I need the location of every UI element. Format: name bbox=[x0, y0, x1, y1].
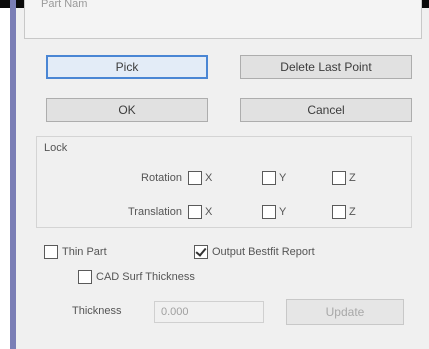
update-button[interactable]: Update bbox=[286, 299, 404, 325]
translation-z-checkbox[interactable] bbox=[332, 205, 346, 219]
translation-x-checkbox[interactable] bbox=[188, 205, 202, 219]
ok-button[interactable]: OK bbox=[46, 98, 208, 122]
cad-surf-thickness-checkbox[interactable] bbox=[78, 270, 92, 284]
rotation-x-label: X bbox=[205, 172, 213, 184]
cancel-button[interactable]: Cancel bbox=[240, 98, 412, 122]
thin-part-checkbox[interactable] bbox=[44, 245, 58, 259]
part-name-field-text: Part Nam bbox=[41, 0, 88, 10]
translation-y-checkbox[interactable] bbox=[262, 205, 276, 219]
left-gutter bbox=[0, 8, 10, 349]
output-bestfit-report-checkbox[interactable] bbox=[194, 245, 208, 259]
delete-last-point-button[interactable]: Delete Last Point bbox=[240, 55, 412, 79]
output-bestfit-report-label: Output Bestfit Report bbox=[212, 246, 315, 258]
translation-y-label: Y bbox=[279, 206, 287, 218]
translation-x-label: X bbox=[205, 206, 213, 218]
rotation-label: Rotation bbox=[141, 172, 182, 184]
translation-label: Translation bbox=[127, 206, 182, 218]
pick-button[interactable]: Pick bbox=[46, 55, 208, 79]
translation-z-label: Z bbox=[349, 206, 356, 218]
rotation-y-label: Y bbox=[279, 172, 287, 184]
thickness-input[interactable]: 0.000 bbox=[154, 301, 264, 323]
thickness-label: Thickness bbox=[72, 305, 122, 317]
cad-surf-thickness-label: CAD Surf Thickness bbox=[96, 271, 195, 283]
part-name-field[interactable]: Part Nam bbox=[24, 0, 422, 39]
rotation-z-label: Z bbox=[349, 172, 356, 184]
rotation-y-checkbox[interactable] bbox=[262, 171, 276, 185]
rotation-z-checkbox[interactable] bbox=[332, 171, 346, 185]
thin-part-label: Thin Part bbox=[62, 246, 107, 258]
screenshot-frame: Part Nam Pick Delete Last Point OK Cance… bbox=[0, 0, 429, 349]
lock-group-title: Lock bbox=[42, 142, 70, 154]
rotation-x-checkbox[interactable] bbox=[188, 171, 202, 185]
